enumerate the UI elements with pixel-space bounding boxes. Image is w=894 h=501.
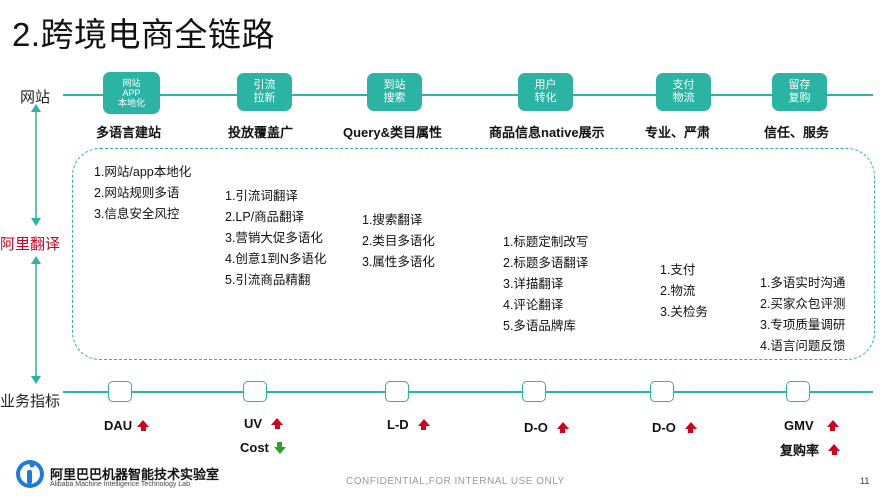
list-item: 3.详描翻译 xyxy=(503,277,564,291)
list-item: 4.创意1到N多语化 xyxy=(225,252,327,266)
stage-name: 商品信息native展示 xyxy=(489,125,605,140)
metric-node xyxy=(108,381,132,402)
stage-name: 投放覆盖广 xyxy=(228,125,294,140)
list-item: 3.属性多语化 xyxy=(362,255,435,269)
list-item: 4.评论翻译 xyxy=(503,298,564,312)
metric-label: DAU xyxy=(104,418,133,433)
list-item: 2.买家众包评测 xyxy=(760,297,846,311)
stage-box-payment: 支付 物流 xyxy=(656,73,711,111)
list-item: 1.网站/app本地化 xyxy=(94,165,192,179)
stage-box-retention: 留存 复购 xyxy=(772,73,827,111)
stage-list-payment: 1.支付 2.物流 3.关检务 xyxy=(660,260,708,323)
list-item: 5.多语品牌库 xyxy=(503,319,576,333)
stage-list-search: 1.搜索翻译 2.类目多语化 3.属性多语化 xyxy=(362,210,435,273)
metric-label: 复购率 xyxy=(780,443,820,458)
arrow-up-icon xyxy=(271,418,284,429)
metric-label: L-D xyxy=(387,417,409,432)
logo-text-en: Alibaba Machine Intelligence Technology … xyxy=(50,481,190,488)
metric-label: D-O xyxy=(652,420,676,435)
list-item: 4.语言问题反馈 xyxy=(760,339,846,353)
vertical-connector xyxy=(31,104,41,384)
stage-box-label: 留存 复购 xyxy=(788,79,811,104)
metric-label: UV xyxy=(244,416,263,431)
metric-dau: DAU xyxy=(104,418,150,433)
arrow-up-icon xyxy=(417,419,430,430)
metric-cost: Cost xyxy=(240,440,286,455)
metric-node xyxy=(385,381,409,402)
list-item: 1.标题定制改写 xyxy=(503,235,589,249)
metric-node xyxy=(786,381,810,402)
stage-box-traffic: 引流 拉新 xyxy=(237,73,292,111)
metric-node xyxy=(522,381,546,402)
alibaba-lab-logo-icon xyxy=(16,460,44,488)
page-title: 2.跨境电商全链路 xyxy=(12,16,276,53)
list-item: 1.搜索翻译 xyxy=(362,213,423,227)
list-item: 3.信息安全风控 xyxy=(94,207,180,221)
stage-box-label: 用户 转化 xyxy=(534,79,557,104)
stage-list-traffic: 1.引流词翻译 2.LP/商品翻译 3.营销大促多语化 4.创意1到N多语化 5… xyxy=(225,186,326,291)
stage-name: 多语言建站 xyxy=(96,125,162,140)
stage-name: 信任、服务 xyxy=(764,125,830,140)
stage-list-retention: 1.多语实时沟通 2.买家众包评测 3.专项质量调研 4.语言问题反馈 xyxy=(760,273,845,357)
stage-name: Query&类目属性 xyxy=(343,125,442,140)
stage-box-label: 网站 APP 本地化 xyxy=(117,78,145,108)
list-item: 3.专项质量调研 xyxy=(760,318,846,332)
list-item: 3.营销大促多语化 xyxy=(225,231,323,245)
list-item: 1.支付 xyxy=(660,263,696,277)
metric-label: Cost xyxy=(240,440,269,455)
list-item: 2.网站规则多语 xyxy=(94,186,180,200)
stage-box-search: 到站 搜索 xyxy=(367,73,422,111)
arrow-up-icon xyxy=(826,420,839,431)
confidential-note: CONFIDENTIAL,FOR INTERNAL USE ONLY xyxy=(346,476,565,487)
metric-uv: UV xyxy=(244,416,284,431)
metric-node xyxy=(650,381,674,402)
stage-list-localization: 1.网站/app本地化 2.网站规则多语 3.信息安全风控 xyxy=(94,162,191,225)
stage-box-localization: 网站 APP 本地化 xyxy=(103,72,160,114)
arrow-down-icon xyxy=(273,442,286,454)
metric-node xyxy=(243,381,267,402)
site-line xyxy=(63,94,873,96)
metric-label: D-O xyxy=(524,420,548,435)
stage-box-conversion: 用户 转化 xyxy=(518,73,573,111)
metric-do-1: D-O xyxy=(524,420,569,435)
arrow-up-icon xyxy=(137,420,150,431)
list-item: 2.物流 xyxy=(660,284,696,298)
list-item: 2.类目多语化 xyxy=(362,234,435,248)
metric-gmv: GMV xyxy=(784,418,839,433)
ali-translation-container xyxy=(72,148,875,360)
arrow-up-icon xyxy=(556,422,569,433)
list-item: 3.关检务 xyxy=(660,305,708,319)
arrow-up-icon xyxy=(684,422,697,433)
list-item: 1.引流词翻译 xyxy=(225,189,298,203)
list-item: 2.LP/商品翻译 xyxy=(225,210,305,224)
list-item: 2.标题多语翻译 xyxy=(503,256,589,270)
metrics-line xyxy=(63,391,873,393)
metric-label: GMV xyxy=(784,418,814,433)
list-item: 1.多语实时沟通 xyxy=(760,276,846,290)
stage-name: 专业、严肃 xyxy=(645,125,711,140)
stage-box-label: 引流 拉新 xyxy=(253,79,276,104)
list-item: 5.引流商品精翻 xyxy=(225,273,311,287)
page-number: 11 xyxy=(860,476,870,486)
stage-box-label: 支付 物流 xyxy=(672,79,695,104)
metric-repurchase: 复购率 xyxy=(780,440,841,459)
stage-box-label: 到站 搜索 xyxy=(383,79,406,104)
stage-list-conversion: 1.标题定制改写 2.标题多语翻译 3.详描翻译 4.评论翻译 5.多语品牌库 xyxy=(503,232,588,337)
metric-ld: L-D xyxy=(387,417,430,432)
arrow-up-icon xyxy=(828,444,841,455)
metric-do-2: D-O xyxy=(652,420,697,435)
